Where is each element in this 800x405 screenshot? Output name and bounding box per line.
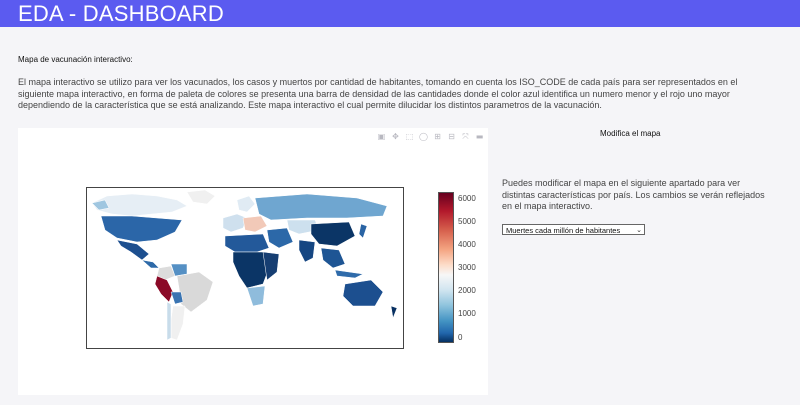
country-bolivia[interactable] bbox=[170, 291, 184, 305]
colorbar-tick: 6000 bbox=[458, 194, 476, 203]
zoom-in-icon[interactable]: ⊞ bbox=[433, 132, 442, 141]
colorbar bbox=[438, 192, 454, 343]
world-map-svg bbox=[91, 189, 398, 341]
country-greenland[interactable] bbox=[186, 189, 216, 205]
side-panel-text: Puedes modificar el mapa en el siguiente… bbox=[502, 178, 765, 211]
country-mexico[interactable] bbox=[116, 239, 150, 261]
choropleth-map-card[interactable]: ▣ ✥ ⬚ ◯ ⊞ ⊟ ⤧ ▬ 6000 5000 4000 3000 2000… bbox=[18, 128, 488, 395]
country-middle-east[interactable] bbox=[266, 227, 294, 249]
country-southeast-asia[interactable] bbox=[320, 247, 346, 269]
metric-select[interactable]: Muertes cada millón de habitantes ⌄ bbox=[502, 224, 645, 235]
country-europe-east[interactable] bbox=[242, 215, 268, 233]
pan-icon[interactable]: ✥ bbox=[391, 132, 400, 141]
country-north-africa[interactable] bbox=[224, 233, 270, 253]
header-bar: EDA - DASHBOARD bbox=[0, 0, 800, 27]
country-argentina[interactable] bbox=[170, 305, 186, 341]
autoscale-icon[interactable]: ⤧ bbox=[461, 132, 470, 141]
colorbar-tick: 5000 bbox=[458, 217, 476, 226]
country-indonesia[interactable] bbox=[334, 269, 364, 279]
main-content: Mapa de vacunación interactivo: El mapa … bbox=[0, 27, 800, 405]
box-select-icon[interactable]: ⬚ bbox=[405, 132, 414, 141]
section-title: Mapa de vacunación interactivo: bbox=[18, 55, 133, 64]
chevron-down-icon: ⌄ bbox=[636, 227, 642, 234]
country-australia[interactable] bbox=[342, 279, 384, 307]
plotly-logo-icon[interactable]: ▬ bbox=[475, 132, 484, 141]
country-new-zealand[interactable] bbox=[390, 305, 398, 319]
app-title: EDA - DASHBOARD bbox=[18, 1, 224, 26]
country-japan[interactable] bbox=[358, 223, 368, 239]
camera-icon[interactable]: ▣ bbox=[377, 132, 386, 141]
colorbar-tick: 0 bbox=[458, 333, 463, 342]
world-map[interactable] bbox=[86, 187, 404, 349]
side-panel-title: Modifica el mapa bbox=[600, 129, 661, 138]
colorbar-tick: 1000 bbox=[458, 309, 476, 318]
country-usa[interactable] bbox=[100, 215, 183, 243]
colorbar-tick: 4000 bbox=[458, 240, 476, 249]
colorbar-tick: 2000 bbox=[458, 286, 476, 295]
country-russia[interactable] bbox=[254, 193, 388, 221]
country-southern-africa[interactable] bbox=[246, 285, 266, 307]
country-china[interactable] bbox=[310, 221, 356, 247]
description-text: El mapa interactivo se utilizo para ver … bbox=[18, 77, 738, 110]
country-peru[interactable] bbox=[154, 275, 174, 303]
metric-select-value: Muertes cada millón de habitantes bbox=[506, 226, 621, 235]
country-europe-west[interactable] bbox=[222, 213, 248, 233]
country-india[interactable] bbox=[298, 239, 316, 263]
plot-modebar: ▣ ✥ ⬚ ◯ ⊞ ⊟ ⤧ ▬ bbox=[377, 132, 484, 141]
zoom-out-icon[interactable]: ⊟ bbox=[447, 132, 456, 141]
colorbar-tick: 3000 bbox=[458, 263, 476, 272]
country-scandinavia[interactable] bbox=[236, 195, 256, 213]
lasso-icon[interactable]: ◯ bbox=[419, 132, 428, 141]
country-central-america[interactable] bbox=[141, 259, 160, 269]
country-chile[interactable] bbox=[166, 301, 172, 341]
